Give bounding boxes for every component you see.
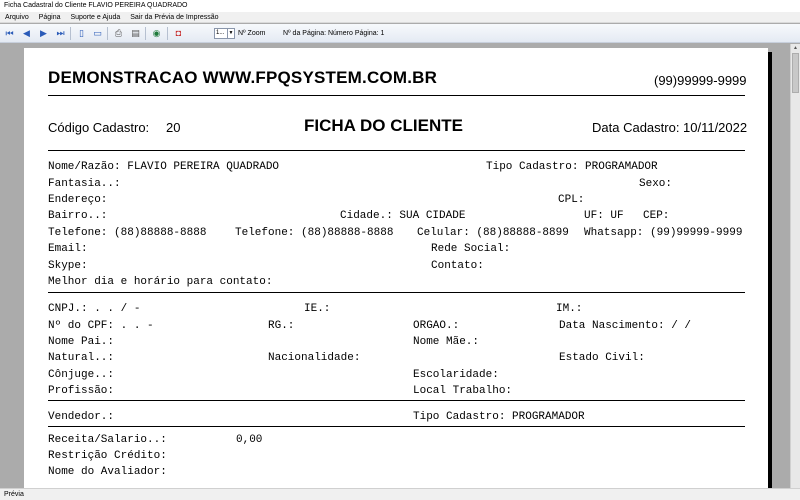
field-rg: RG.: <box>268 320 295 332</box>
field-rede-social: Rede Social: <box>431 243 511 255</box>
scrollbar-thumb[interactable] <box>792 53 799 93</box>
field-profissao: Profissão: <box>48 385 115 397</box>
code-value: 20 <box>166 120 181 135</box>
field-nacionalidade: Nacionalidade: <box>268 352 361 364</box>
section-divider <box>48 400 745 401</box>
print-icon[interactable]: ⎙ <box>113 28 124 39</box>
field-melhor-contato: Melhor dia e horário para contato: <box>48 276 273 288</box>
zoom-select[interactable]: 1... ▼ <box>214 28 235 39</box>
window-title-bar: Ficha Cadastral do Cliente FLAVIO PEREIR… <box>0 0 800 12</box>
field-nome-mae: Nome Mãe.: <box>413 336 480 348</box>
close-preview-icon[interactable]: ◘ <box>173 28 184 39</box>
company-name: DEMONSTRACAO WWW.FPQSYSTEM.COM.BR <box>48 68 438 87</box>
preview-area[interactable]: DEMONSTRACAO WWW.FPQSYSTEM.COM.BR (99)99… <box>0 44 790 488</box>
last-page-icon[interactable]: ⏭ <box>55 28 66 39</box>
header-divider <box>48 95 745 96</box>
menu-arquivo[interactable]: Arquivo <box>5 12 29 23</box>
field-celular: Celular: (88)88888-8899 <box>417 227 569 239</box>
two-pages-icon[interactable]: ▭ <box>92 28 103 39</box>
toolbar-separator <box>145 27 146 40</box>
menu-pagina[interactable]: Página <box>39 12 61 23</box>
next-page-icon[interactable]: ▶ <box>38 28 49 39</box>
toolbar: ⏮ ◀ ▶ ⏭ ▯ ▭ ⎙ ▤ ◉ ◘ 1... ▼ Nº Zoom Nº da… <box>0 24 800 43</box>
window-title: Ficha Cadastral do Cliente FLAVIO PEREIR… <box>4 2 188 9</box>
field-skype: Skype: <box>48 260 88 272</box>
toolbar-separator <box>167 27 168 40</box>
field-receita-value: 0,00 <box>236 434 263 446</box>
field-nome-pai: Nome Pai.: <box>48 336 115 348</box>
zoom-label: Nº Zoom <box>238 30 266 37</box>
first-page-icon[interactable]: ⏮ <box>4 28 15 39</box>
toolbar-separator <box>107 27 108 40</box>
title-divider <box>48 150 745 151</box>
field-im: IM.: <box>556 303 583 315</box>
menu-suporte-ajuda[interactable]: Suporte e Ajuda <box>70 12 120 23</box>
field-escolaridade: Escolaridade: <box>413 369 499 381</box>
scroll-up-icon[interactable]: ▲ <box>791 44 800 53</box>
field-restricao-credito: Restrição Crédito: <box>48 450 167 462</box>
toolbar-separator <box>70 27 71 40</box>
chevron-down-icon[interactable]: ▼ <box>227 29 234 38</box>
vertical-scrollbar[interactable]: ▲ <box>790 44 800 488</box>
status-bar: Prévia <box>0 488 800 500</box>
status-text: Prévia <box>4 491 24 498</box>
field-telefone-2: Telefone: (88)88888-8888 <box>235 227 394 239</box>
field-sexo: Sexo: <box>639 178 673 190</box>
export-icon[interactable]: ◉ <box>151 28 162 39</box>
field-cep: CEP: <box>643 210 670 222</box>
field-cpf: Nº do CPF: . . - <box>48 320 154 332</box>
field-orgao: ORGAO.: <box>413 320 460 332</box>
field-uf: UF: UF <box>584 210 624 222</box>
section-divider <box>48 292 745 293</box>
field-tipo-cadastro: Tipo Cadastro: PROGRAMADOR <box>486 161 658 173</box>
field-conjuge: Cônjuge..: <box>48 369 115 381</box>
field-data-nascimento: Data Nascimento: / / <box>559 320 692 332</box>
section-divider <box>48 426 745 427</box>
report-title: FICHA DO CLIENTE <box>304 116 463 135</box>
field-whatsapp: Whatsapp: (99)99999-9999 <box>584 227 743 239</box>
field-bairro: Bairro..: <box>48 210 108 222</box>
field-ie: IE.: <box>304 303 331 315</box>
zoom-value: 1... <box>216 30 225 36</box>
field-nome: Nome/Razão: FLAVIO PEREIRA QUADRADO <box>48 161 280 173</box>
field-local-trabalho: Local Trabalho: <box>413 385 513 397</box>
field-endereco: Endereço: <box>48 194 108 206</box>
previous-page-icon[interactable]: ◀ <box>21 28 32 39</box>
field-cnpj: CNPJ.: . . / - <box>48 303 141 315</box>
field-natural: Natural..: <box>48 352 115 364</box>
menu-bar: Arquivo Página Suporte e Ajuda Sair da P… <box>0 12 800 23</box>
field-email: Email: <box>48 243 88 255</box>
date-label: Data Cadastro: <box>592 120 680 135</box>
menu-sair-previa[interactable]: Sair da Prévia de Impressão <box>130 12 218 23</box>
field-vendedor: Vendedor.: <box>48 411 115 423</box>
field-nome-avaliador: Nome do Avaliador: <box>48 466 167 478</box>
field-estado-civil: Estado Civil: <box>559 352 645 364</box>
field-contato: Contato: <box>431 260 484 272</box>
field-telefone-1: Telefone: (88)88888-8888 <box>48 227 207 239</box>
report-page: DEMONSTRACAO WWW.FPQSYSTEM.COM.BR (99)99… <box>24 48 768 488</box>
page-number-label: Nº da Página: Número Página: 1 <box>283 30 385 37</box>
code-label: Código Cadastro: <box>48 120 150 135</box>
field-tipo-cadastro-2: Tipo Cadastro: PROGRAMADOR <box>413 411 585 423</box>
field-receita-label: Receita/Salario..: <box>48 434 167 446</box>
company-phone: (99)99999-9999 <box>654 73 747 88</box>
single-page-icon[interactable]: ▯ <box>76 28 87 39</box>
field-cidade: Cidade.: SUA CIDADE <box>340 210 466 222</box>
field-fantasia: Fantasia..: <box>48 178 121 190</box>
save-icon[interactable]: ▤ <box>130 28 141 39</box>
field-cpl: CPL: <box>558 194 585 206</box>
date-value: 10/11/2022 <box>683 120 748 135</box>
